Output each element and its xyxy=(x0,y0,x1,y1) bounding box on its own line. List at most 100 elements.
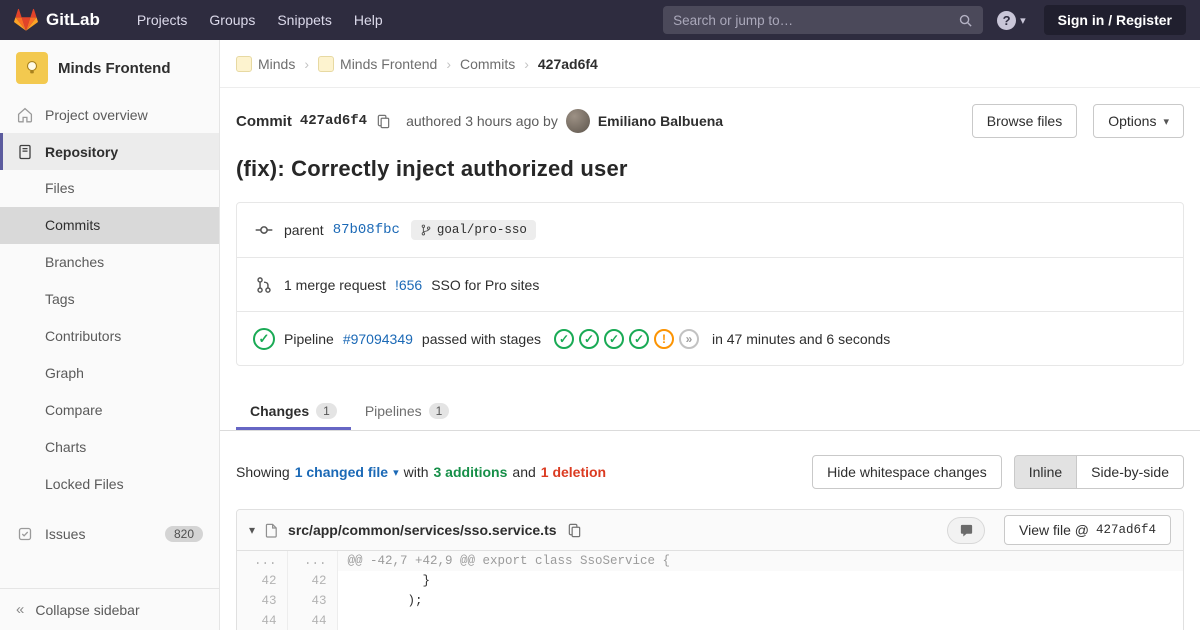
mr-id-link[interactable]: !656 xyxy=(395,277,422,293)
repo-subnav: FilesCommitsBranchesTagsContributorsGrap… xyxy=(0,170,219,503)
help-menu[interactable]: ? ▾ xyxy=(997,11,1026,30)
sidebar-item-project-overview[interactable]: Project overview xyxy=(0,96,219,133)
gitlab-tanuki-icon xyxy=(14,8,38,32)
tab-changes-label: Changes xyxy=(250,403,309,419)
tab-pipelines[interactable]: Pipelines 1 xyxy=(351,392,464,430)
copy-icon xyxy=(376,114,391,129)
copy-file-path-button[interactable] xyxy=(566,522,583,539)
sidebar-item-graph[interactable]: Graph xyxy=(0,355,219,392)
search-box[interactable] xyxy=(663,6,983,34)
new-line-number[interactable]: 44 xyxy=(287,611,337,630)
old-line-number[interactable]: ... xyxy=(237,551,287,571)
search-icon xyxy=(958,13,973,28)
tab-changes[interactable]: Changes 1 xyxy=(236,392,351,430)
pipeline-mini-graph: ✓✓✓✓!» xyxy=(554,329,699,349)
old-line-number[interactable]: 42 xyxy=(237,571,287,591)
nav-item-snippets[interactable]: Snippets xyxy=(266,0,342,40)
pipeline-status-icon[interactable]: ✓ xyxy=(253,328,275,350)
diff-code-line: @@ -42,7 +42,9 @@ export class SsoServic… xyxy=(337,551,1183,571)
breadcrumb-item[interactable]: Minds xyxy=(236,56,295,72)
browse-files-button[interactable]: Browse files xyxy=(972,104,1077,138)
side-by-side-view-button[interactable]: Side-by-side xyxy=(1076,455,1184,489)
stage-success-icon[interactable]: ✓ xyxy=(554,329,574,349)
author-avatar[interactable] xyxy=(566,109,590,133)
sidebar-item-contributors[interactable]: Contributors xyxy=(0,318,219,355)
copy-commit-sha-button[interactable] xyxy=(375,113,392,130)
sidebar-item-files[interactable]: Files xyxy=(0,170,219,207)
file-path[interactable]: src/app/common/services/sso.service.ts xyxy=(288,522,556,538)
repository-icon xyxy=(16,144,34,160)
sidebar-item-branches[interactable]: Branches xyxy=(0,244,219,281)
chevron-down-icon: ▾ xyxy=(393,466,399,479)
mr-title: SSO for Pro sites xyxy=(431,277,539,293)
issues-icon xyxy=(16,526,34,542)
diff-table: ......@@ -42,7 +42,9 @@ export class Sso… xyxy=(237,551,1183,630)
stage-success-icon[interactable]: ✓ xyxy=(579,329,599,349)
gitlab-home-link[interactable]: GitLab xyxy=(14,8,100,32)
sidebar-item-tags[interactable]: Tags xyxy=(0,281,219,318)
diff-code-line xyxy=(337,611,1183,630)
changed-files-dropdown[interactable]: 1 changed file xyxy=(295,464,388,480)
sidebar-item-issues[interactable]: Issues 820 xyxy=(0,515,219,552)
diff-code-line: ); xyxy=(337,591,1183,611)
project-context-header[interactable]: Minds Frontend xyxy=(0,40,219,96)
help-icon: ? xyxy=(997,11,1016,30)
sidebar-item-commits[interactable]: Commits xyxy=(0,207,219,244)
with-label: with xyxy=(404,464,429,480)
sidebar-item-compare[interactable]: Compare xyxy=(0,392,219,429)
pipeline-id-link[interactable]: #97094349 xyxy=(343,331,413,347)
pipeline-label: Pipeline xyxy=(284,331,334,347)
collapse-label: Collapse sidebar xyxy=(35,602,139,618)
tab-pipelines-label: Pipelines xyxy=(365,403,422,419)
view-file-button[interactable]: View file @ 427ad6f4 xyxy=(1004,515,1171,545)
nav-item-groups[interactable]: Groups xyxy=(198,0,266,40)
options-dropdown[interactable]: Options ▾ xyxy=(1093,104,1184,138)
tab-pipelines-count: 1 xyxy=(429,403,450,419)
new-line-number[interactable]: ... xyxy=(287,551,337,571)
old-line-number[interactable]: 43 xyxy=(237,591,287,611)
authored-text: authored 3 hours ago by xyxy=(406,113,558,129)
sidebar-item-repository[interactable]: Repository xyxy=(0,133,219,170)
comment-icon xyxy=(959,523,974,538)
copy-icon xyxy=(567,523,582,538)
breadcrumb-avatar xyxy=(318,56,334,72)
collapse-icon: « xyxy=(16,601,24,618)
stage-success-icon[interactable]: ✓ xyxy=(604,329,624,349)
diff-code-line: } xyxy=(337,571,1183,591)
new-line-number[interactable]: 42 xyxy=(287,571,337,591)
sign-in-button[interactable]: Sign in / Register xyxy=(1044,5,1186,35)
inline-view-button[interactable]: Inline xyxy=(1014,455,1077,489)
collapse-sidebar-button[interactable]: « Collapse sidebar xyxy=(0,588,219,630)
breadcrumb-item[interactable]: Commits xyxy=(460,56,515,72)
nav-item-help[interactable]: Help xyxy=(343,0,394,40)
hide-whitespace-button[interactable]: Hide whitespace changes xyxy=(812,455,1002,489)
stage-warning-icon[interactable]: ! xyxy=(654,329,674,349)
chevron-right-icon: › xyxy=(524,56,529,72)
branch-ref-label[interactable]: goal/pro-sso xyxy=(411,220,536,240)
sidebar-item-charts[interactable]: Charts xyxy=(0,429,219,466)
breadcrumb-item[interactable]: Minds Frontend xyxy=(318,56,437,72)
chevron-down-icon: ▾ xyxy=(1020,14,1026,27)
search-input[interactable] xyxy=(673,13,958,28)
commit-tabs: Changes 1 Pipelines 1 xyxy=(220,392,1200,431)
stage-skipped-icon[interactable]: » xyxy=(679,329,699,349)
author-name[interactable]: Emiliano Balbuena xyxy=(598,113,723,129)
nav-item-projects[interactable]: Projects xyxy=(126,0,199,40)
additions-count: 3 additions xyxy=(434,464,508,480)
merge-request-row: 1 merge request !656 SSO for Pro sites xyxy=(237,257,1183,311)
sidebar-item-locked-files[interactable]: Locked Files xyxy=(0,466,219,503)
diff-row: 4444 xyxy=(237,611,1183,630)
collapse-diff-caret[interactable]: ▾ xyxy=(249,523,255,537)
tab-changes-count: 1 xyxy=(316,403,337,419)
stage-success-icon[interactable]: ✓ xyxy=(629,329,649,349)
deletions-count: 1 deletion xyxy=(541,464,606,480)
old-line-number[interactable]: 44 xyxy=(237,611,287,630)
breadcrumb-avatar xyxy=(236,56,252,72)
sidebar-item-label: Issues xyxy=(45,526,85,542)
merge-request-icon xyxy=(253,276,275,294)
diff-row: ......@@ -42,7 +42,9 @@ export class Sso… xyxy=(237,551,1183,571)
new-line-number[interactable]: 43 xyxy=(287,591,337,611)
parent-sha-link[interactable]: 87b08fbc xyxy=(333,222,400,238)
file-comments-button[interactable] xyxy=(947,517,985,544)
top-navbar: GitLab ProjectsGroupsSnippetsHelp ? ▾ Si… xyxy=(0,0,1200,40)
